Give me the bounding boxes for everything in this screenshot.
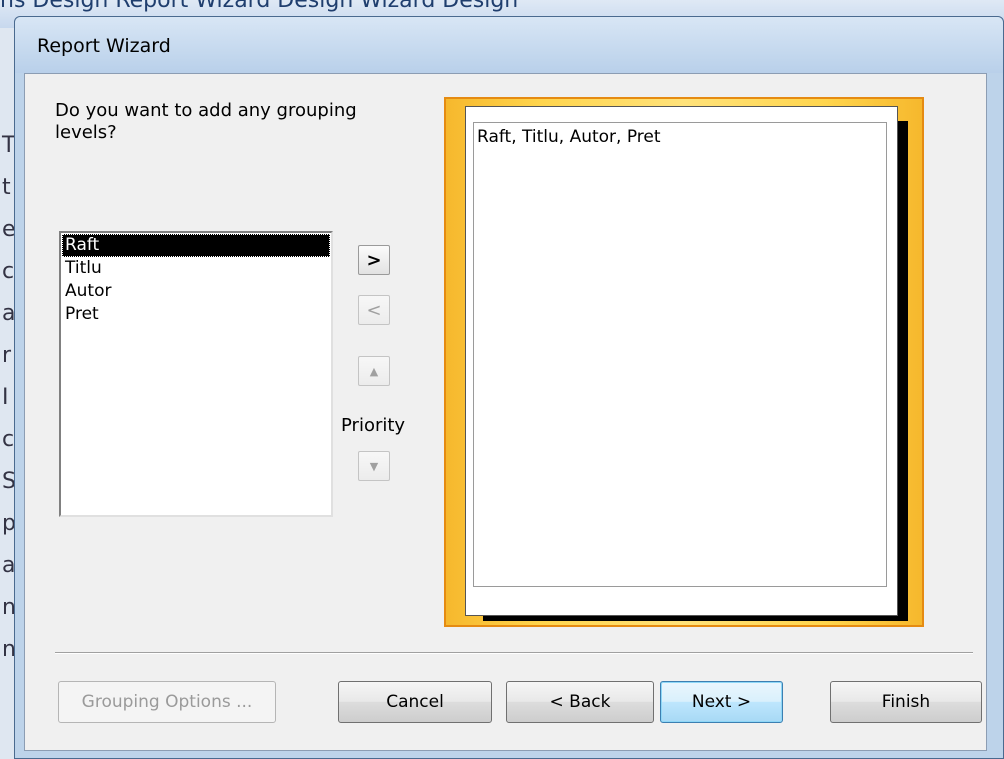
preview-fields-text: Raft, Titlu, Autor, Pret [477,127,661,147]
background-letter: c [2,427,15,452]
grouping-options-button[interactable]: Grouping Options ... [58,681,276,723]
background-letter: c [2,259,15,284]
priority-up-icon[interactable]: ▲ [358,356,390,386]
background-ribbon-text: ns Design Report Wizard Design Wizard De… [0,0,519,13]
background-letter: I [2,385,9,410]
cancel-button[interactable]: Cancel [338,681,492,723]
button-separator [55,652,973,654]
cancel-label: Cancel [386,692,444,712]
priority-label: Priority [341,415,406,436]
back-label: < Back [549,692,611,712]
dialog-titlebar[interactable]: Report Wizard [15,17,1003,73]
dialog-title: Report Wizard [37,35,171,57]
field-item-titlu[interactable]: Titlu [62,257,330,280]
finish-button[interactable]: Finish [830,681,982,723]
next-button[interactable]: Next > [660,681,783,723]
priority-down-icon[interactable]: ▼ [358,451,390,481]
background-letter: r [2,343,12,368]
remove-grouping-button[interactable]: < [358,295,390,325]
finish-label: Finish [881,692,931,712]
available-fields-list[interactable]: Raft Titlu Autor Pret [59,231,333,517]
back-button[interactable]: < Back [506,681,654,723]
add-grouping-button[interactable]: > [358,245,390,275]
preview-detail-box [473,122,887,587]
field-item-pret[interactable]: Pret [62,303,330,326]
background-letter: t [2,175,11,200]
grouping-options-label: Grouping Options ... [81,692,253,712]
grouping-question: Do you want to add any grouping levels? [55,100,357,143]
field-item-autor[interactable]: Autor [62,280,330,303]
field-item-raft[interactable]: Raft [62,234,330,257]
report-wizard-dialog: Report Wizard Do you want to add any gro… [14,16,1004,759]
dialog-client-area: Do you want to add any grouping levels? … [24,73,987,751]
next-label: Next > [691,692,752,712]
